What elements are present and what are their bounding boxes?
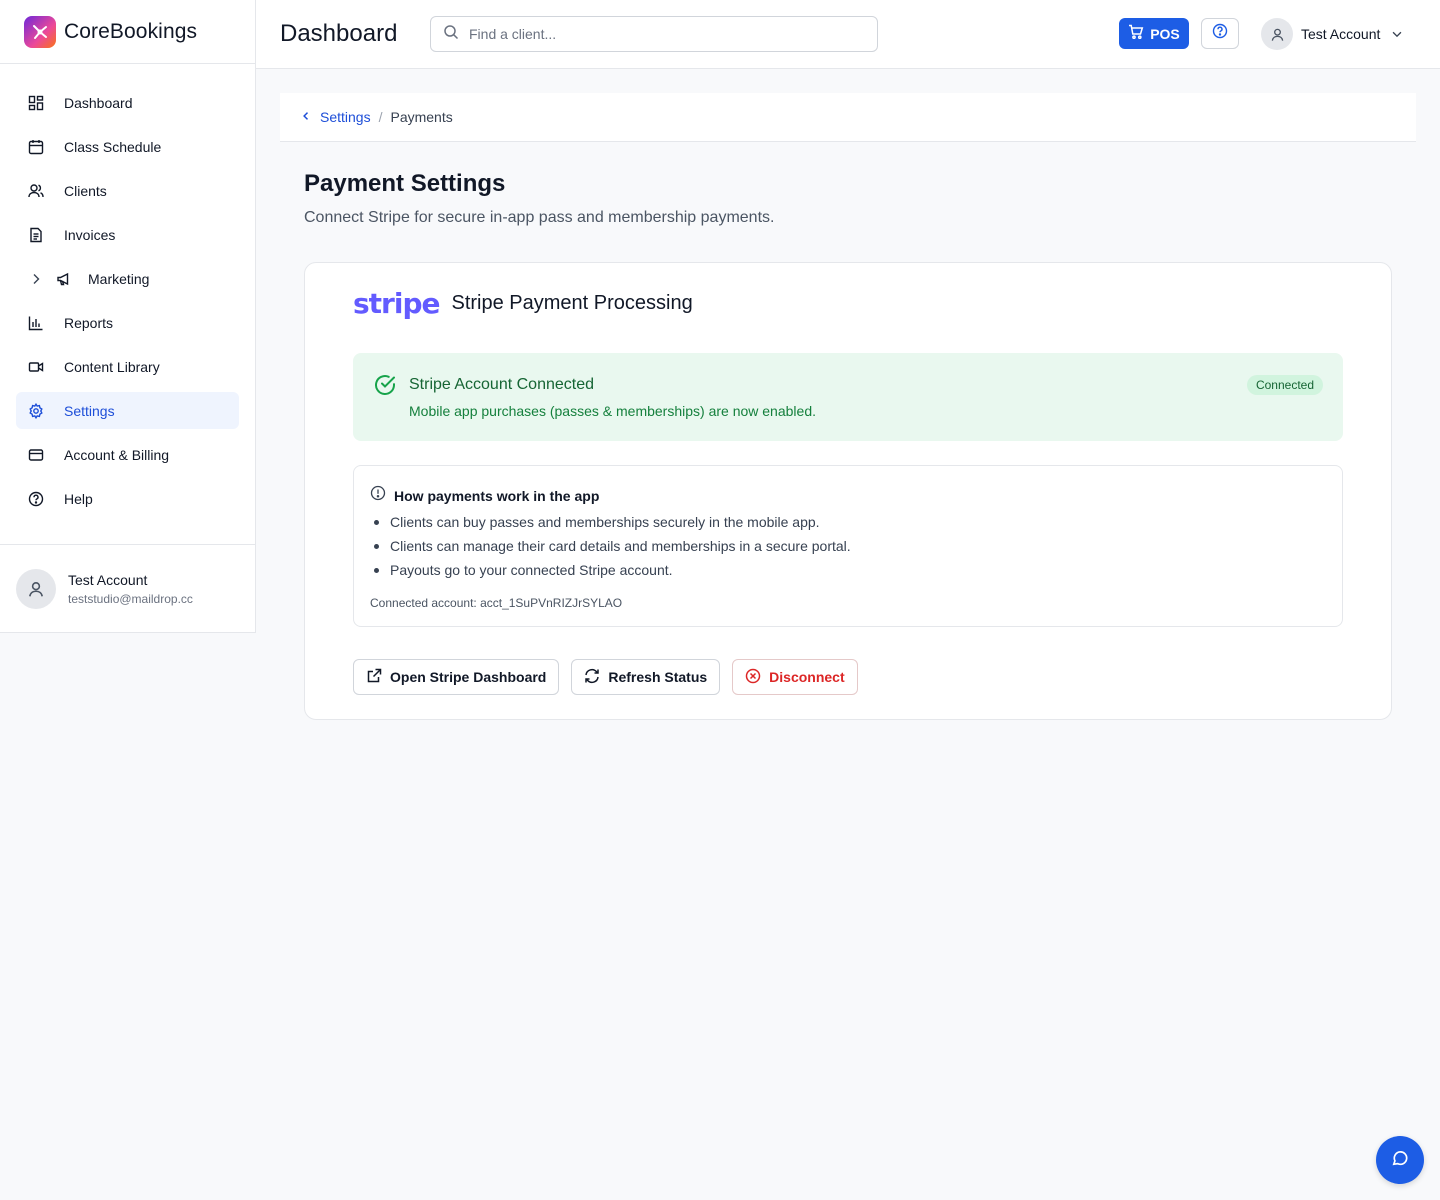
sidebar-item-account-billing[interactable]: Account & Billing — [16, 436, 239, 473]
connected-account-id: Connected account: acct_1SuPVnRIZJrSYLAO — [370, 596, 623, 610]
sidebar-item-dashboard[interactable]: Dashboard — [16, 84, 239, 121]
sidebar-item-help[interactable]: Help — [16, 480, 239, 517]
pos-button[interactable]: POS — [1119, 18, 1189, 49]
calendar-icon — [28, 139, 44, 155]
user-icon — [29, 582, 43, 597]
pos-label: POS — [1150, 25, 1180, 42]
sidebar-item-reports[interactable]: Reports — [16, 304, 239, 341]
cart-icon — [1128, 24, 1144, 43]
info-box: How payments work in the app Clients can… — [353, 465, 1343, 627]
app-logo-icon — [24, 15, 56, 48]
sidebar-item-label: Dashboard — [64, 94, 133, 111]
dashboard-grid-icon — [28, 95, 44, 111]
button-label: Open Stripe Dashboard — [390, 669, 547, 685]
video-icon — [28, 359, 44, 375]
sidebar-item-marketing[interactable]: Marketing — [16, 260, 239, 297]
sidebar-nav: Dashboard Class Schedule Clients Invoice… — [0, 64, 255, 517]
avatar — [1261, 18, 1293, 50]
sidebar-item-label: Clients — [64, 182, 107, 199]
sidebar-item-content-library[interactable]: Content Library — [16, 348, 239, 385]
sidebar-item-invoices[interactable]: Invoices — [16, 216, 239, 253]
users-icon — [28, 183, 44, 199]
avatar — [16, 569, 56, 609]
external-link-icon — [366, 668, 382, 687]
open-stripe-dashboard-button[interactable]: Open Stripe Dashboard — [353, 659, 560, 695]
search-box[interactable] — [430, 16, 878, 52]
sidebar-item-label: Class Schedule — [64, 138, 162, 155]
sidebar: CoreBookings Dashboard Class Schedule Cl… — [0, 0, 256, 633]
sidebar-item-label: Marketing — [88, 270, 150, 287]
sidebar-item-label: Help — [64, 490, 93, 507]
list-item: Payouts go to your connected Stripe acco… — [374, 558, 851, 582]
brand[interactable]: CoreBookings — [0, 0, 255, 64]
sidebar-item-class-schedule[interactable]: Class Schedule — [16, 128, 239, 165]
help-circle-icon — [1212, 23, 1228, 44]
sidebar-item-label: Account & Billing — [64, 446, 170, 463]
megaphone-icon — [56, 271, 72, 287]
breadcrumb-parent: Settings — [320, 109, 371, 125]
search-icon — [443, 24, 459, 45]
status-description: Mobile app purchases (passes & membershi… — [409, 403, 816, 419]
sidebar-item-clients[interactable]: Clients — [16, 172, 239, 209]
chat-bubble-icon — [1391, 1149, 1409, 1172]
account-menu[interactable]: Test Account — [1261, 18, 1404, 50]
brand-name: CoreBookings — [64, 19, 198, 43]
breadcrumb-separator: / — [378, 109, 383, 125]
bar-chart-icon — [28, 315, 44, 331]
breadcrumb-current: Payments — [390, 109, 453, 125]
sidebar-item-label: Invoices — [64, 226, 116, 243]
breadcrumb: Settings / Payments — [280, 93, 1416, 142]
sidebar-item-label: Reports — [64, 314, 114, 331]
stripe-logo: stripe — [353, 287, 440, 320]
refresh-status-button[interactable]: Refresh Status — [571, 659, 721, 695]
info-icon — [370, 485, 386, 506]
top-bar: Dashboard POS Test Account — [256, 0, 1440, 69]
button-label: Refresh Status — [608, 669, 708, 685]
chat-button[interactable] — [1376, 1136, 1424, 1184]
gear-icon — [28, 402, 44, 419]
help-button[interactable] — [1201, 18, 1239, 49]
card-header: stripe Stripe Payment Processing — [353, 287, 693, 320]
button-label: Disconnect — [769, 669, 845, 685]
refresh-icon — [584, 668, 600, 687]
status-badge: Connected — [1246, 375, 1323, 395]
connection-status-banner: Stripe Account Connected Mobile app purc… — [353, 353, 1343, 441]
stripe-card: stripe Stripe Payment Processing Stripe … — [304, 262, 1392, 720]
chevron-right-icon[interactable] — [28, 271, 44, 287]
user-info: Test Account teststudio@maildrop.cc — [68, 572, 193, 606]
chevron-left-icon — [300, 109, 312, 125]
chevron-down-icon — [1390, 27, 1404, 41]
sidebar-item-label: Content Library — [64, 358, 160, 375]
info-title: How payments work in the app — [394, 487, 600, 504]
sidebar-user[interactable]: Test Account teststudio@maildrop.cc — [0, 544, 255, 633]
info-list: Clients can buy passes and memberships s… — [374, 510, 851, 582]
page-subtitle: Connect Stripe for secure in-app pass an… — [304, 209, 775, 226]
card-title: Stripe Payment Processing — [451, 292, 693, 314]
status-title: Stripe Account Connected — [409, 376, 595, 393]
x-circle-icon — [745, 668, 761, 687]
user-icon — [1271, 28, 1283, 41]
account-name: Test Account — [1301, 26, 1381, 42]
sidebar-item-settings[interactable]: Settings — [16, 392, 239, 429]
user-name: Test Account — [68, 572, 148, 588]
sidebar-item-label: Settings — [64, 402, 115, 419]
page-title: Payment Settings — [304, 170, 506, 197]
card-actions: Open Stripe Dashboard Refresh Status Dis… — [353, 659, 858, 695]
credit-card-icon — [28, 447, 44, 463]
user-email: teststudio@maildrop.cc — [68, 592, 193, 606]
list-item: Clients can manage their card details an… — [374, 534, 851, 558]
check-circle-icon — [373, 373, 397, 402]
list-item: Clients can buy passes and memberships s… — [374, 510, 851, 534]
header-title: Dashboard — [280, 20, 398, 47]
document-icon — [28, 227, 44, 243]
search-input[interactable] — [469, 26, 849, 42]
breadcrumb-settings-link[interactable]: Settings — [300, 109, 371, 125]
info-header: How payments work in the app — [370, 485, 599, 506]
help-circle-icon — [28, 491, 44, 507]
disconnect-button[interactable]: Disconnect — [732, 659, 858, 695]
